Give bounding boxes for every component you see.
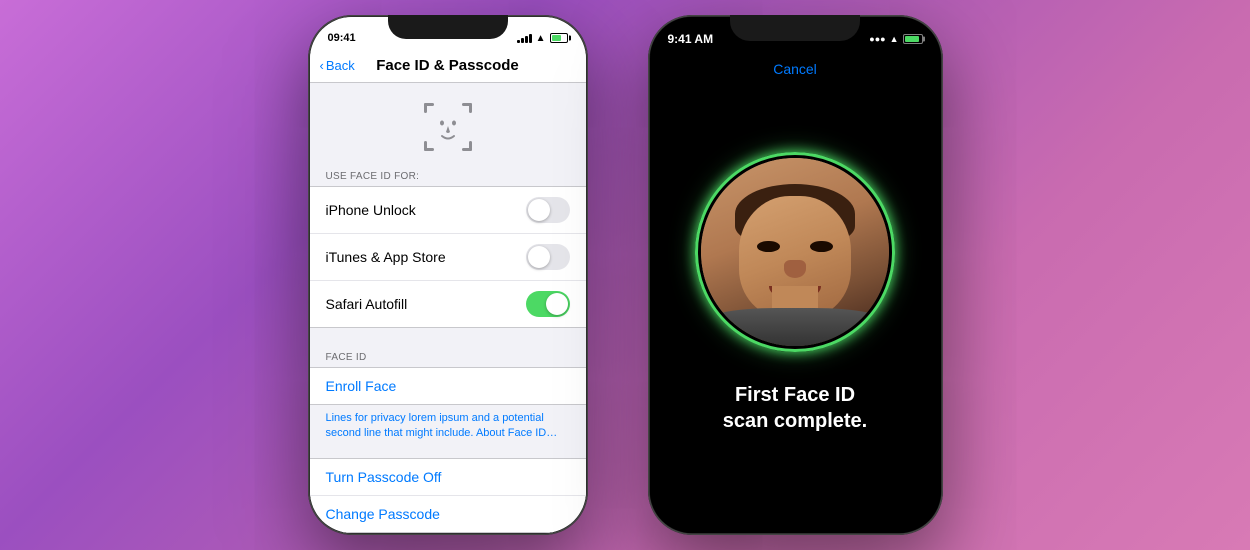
phones-container: 09:41 ▲ ‹ Ba [308,15,943,535]
nav-title: Face ID & Passcode [376,57,519,74]
battery-fill [552,35,562,41]
turn-passcode-off-link[interactable]: Turn Passcode Off [310,459,586,496]
itunes-app-store-label: iTunes & App Store [326,249,446,265]
about-face-id-link[interactable]: About Face ID… [476,427,557,439]
change-passcode-link[interactable]: Change Passcode [310,496,586,532]
face-photo [701,158,889,346]
wifi-icon: ▲ [536,33,546,44]
signal-bar-3 [525,36,528,43]
passcode-section: Turn Passcode Off Change Passcode [310,458,586,533]
enroll-face-link[interactable]: Enroll Face [310,368,586,404]
battery-icon [550,33,568,43]
left-phone-content: USE FACE ID FOR: iPhone Unlock iTunes & … [310,83,586,533]
safari-autofill-item: Safari Autofill [310,281,586,327]
right-status-time: 9:41 AM [668,32,714,46]
face-id-section-header: FACE ID [310,346,586,367]
scan-complete-title-line1: First Face ID [723,382,868,408]
scan-complete-title-line2: scan complete. [723,408,868,434]
safari-toggle-knob [546,293,568,315]
right-phone: 9:41 AM ●●● ▲ Cancel [648,15,943,535]
enroll-face-section: Enroll Face [310,367,586,405]
face-id-toggles-group: iPhone Unlock iTunes & App Store Safari … [310,186,586,328]
face-scan-area: First Face ID scan complete. [650,83,941,533]
face-shoulder [701,308,889,346]
left-phone: 09:41 ▲ ‹ Ba [308,15,588,535]
signal-bar-2 [521,38,524,43]
itunes-toggle-knob [528,246,550,268]
right-wifi-icon: ▲ [890,34,899,44]
left-status-icons: ▲ [517,33,568,44]
face-id-icon-section [310,83,586,165]
iphone-unlock-label: iPhone Unlock [326,202,416,218]
privacy-text: Lines for privacy lorem ipsum and a pote… [310,405,586,452]
face-left-eye [757,241,780,252]
iphone-unlock-item: iPhone Unlock [310,187,586,234]
right-status-icons: ●●● ▲ [869,34,922,44]
cancel-button[interactable]: Cancel [650,55,941,83]
signal-bar-1 [517,40,520,43]
safari-autofill-toggle[interactable] [526,291,570,317]
iphone-unlock-toggle-knob [528,199,550,221]
face-right-eye [810,241,833,252]
signal-bar-4 [529,34,532,43]
use-face-id-header: USE FACE ID FOR: [310,165,586,186]
right-phone-screen: 9:41 AM ●●● ▲ Cancel [650,17,941,533]
itunes-app-store-toggle[interactable] [526,244,570,270]
face-silhouette [701,158,889,346]
right-phone-notch [730,15,860,41]
scan-complete-text: First Face ID scan complete. [723,382,868,434]
back-label[interactable]: Back [326,58,355,73]
back-button[interactable]: ‹ Back [320,58,355,73]
section-gap-1 [310,328,586,346]
back-chevron-icon: ‹ [320,58,324,73]
safari-autofill-label: Safari Autofill [326,296,408,312]
itunes-app-store-item: iTunes & App Store [310,234,586,281]
right-signal-icon: ●●● [869,34,885,44]
signal-icon [517,33,532,43]
left-phone-notch [388,15,508,39]
iphone-unlock-toggle[interactable] [526,197,570,223]
face-circle-container [695,152,895,352]
right-battery-fill [905,36,919,42]
right-battery-icon [903,34,923,44]
left-phone-screen: 09:41 ▲ ‹ Ba [310,17,586,533]
left-status-time: 09:41 [328,32,356,44]
face-id-icon [422,101,474,153]
left-nav-bar: ‹ Back Face ID & Passcode [310,53,586,83]
